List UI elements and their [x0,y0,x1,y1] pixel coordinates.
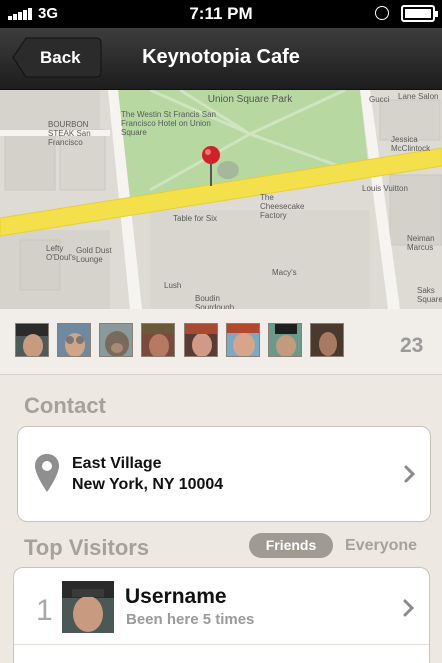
divider [14,644,429,645]
avatar[interactable] [226,323,260,357]
map-label-cheesecake: The Cheesecake Factory [260,193,305,220]
map-label-boudin: Boudin Sourdough [195,294,235,309]
map-label-lefty: Lefty O'Doul's [46,244,76,262]
map-label-gucci: Gucci [369,95,390,104]
avatar[interactable] [57,323,91,357]
map-label-macys: Macy's [272,268,297,277]
visitor-visit-count: Been here 5 times [126,611,255,628]
page-title: Keynotopia Cafe [142,46,300,68]
filter-friends-button[interactable]: Friends [249,533,333,558]
chevron-right-icon [404,465,416,483]
avatar[interactable] [99,323,133,357]
avatar [62,581,114,633]
visitor-rank: 1 [36,594,53,627]
map-label-table-for-six: Table for Six [173,214,218,223]
contact-address-line1: East Village [72,455,162,472]
back-button[interactable]: Back [12,37,102,78]
map-label-saks: Saks Square [417,286,442,304]
map-label-neiman: Neiman Marcus [407,234,435,252]
location-pin-icon [35,454,59,492]
avatar[interactable] [141,323,175,357]
top-visitors-heading: Top Visitors [24,535,150,560]
contact-heading: Contact [24,393,106,418]
visitor-name: Username [125,585,227,608]
visitor-avatar-strip: 23 [0,309,442,375]
visitor-count: 23 [400,334,424,357]
chevron-right-icon [403,599,415,617]
top-visitors-list: 1 Username Been here 5 times [13,567,430,663]
map-label-louis: Louis Vuitton [362,184,408,193]
filter-everyone-button[interactable]: Everyone [345,537,417,555]
avatar[interactable] [184,323,218,357]
contact-card[interactable]: East Village New York, NY 10004 [17,426,431,522]
map-label-jessica: Jessica McClintock [391,135,431,153]
avatar[interactable] [310,323,344,357]
map-label-lush: Lush [164,281,182,290]
back-button-label: Back [40,48,81,67]
battery-icon [401,5,438,22]
avatar[interactable] [268,323,302,357]
map-label-westin: The Westin St Francis San Francisco Hote… [121,110,216,137]
map-label-park: Union Square Park [207,94,293,105]
map-label-lane-salon: Lane Salon [398,92,439,101]
contact-address-line2: New York, NY 10004 [72,476,224,493]
map-label-gold-dust: Gold Dust Lounge [76,246,112,264]
navigation-bar: Back Keynotopia Cafe [0,28,442,90]
avatar[interactable] [15,323,49,357]
status-bar: 3G 7:11 PM [0,0,442,28]
map-view[interactable]: Union Square Park The Westin St Francis … [0,90,442,309]
alarm-icon [375,6,389,20]
map-label-bourbon: BOURBON STEAK San Francisco [48,120,91,147]
